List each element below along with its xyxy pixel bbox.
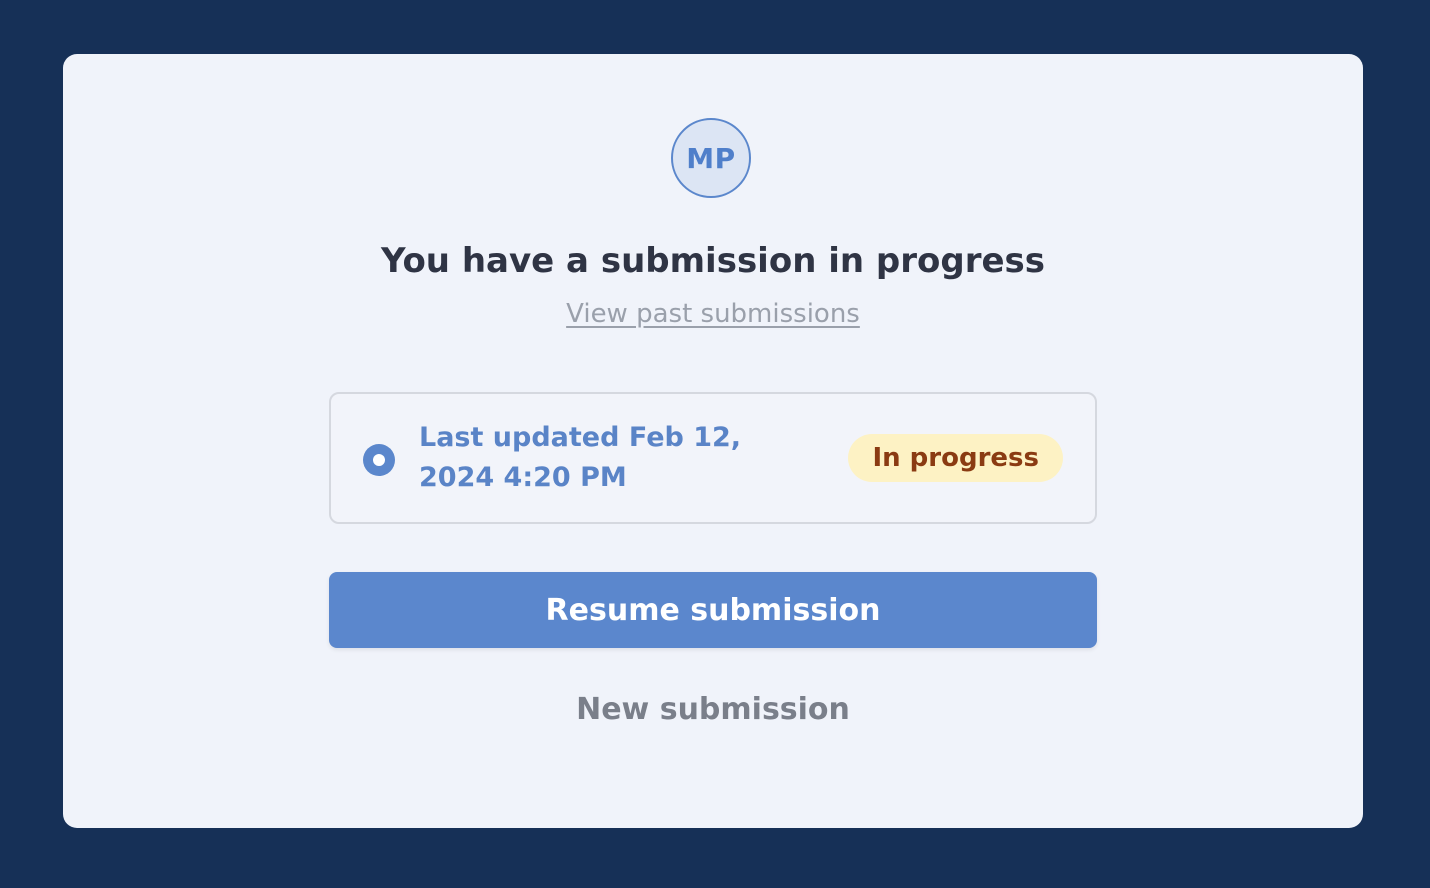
submission-card: MP You have a submission in progress Vie… xyxy=(63,54,1363,828)
status-badge: In progress xyxy=(848,434,1063,482)
submission-option[interactable]: Last updated Feb 12, 2024 4:20 PM In pro… xyxy=(329,392,1097,524)
radio-dot xyxy=(373,454,385,466)
resume-submission-button[interactable]: Resume submission xyxy=(329,572,1097,648)
radio-selected-icon[interactable] xyxy=(363,444,395,476)
last-updated-text: Last updated Feb 12, 2024 4:20 PM xyxy=(419,422,742,493)
avatar-initials: MP xyxy=(686,141,736,175)
past-submissions-link-wrapper: View past submissions xyxy=(63,294,1363,334)
view-past-submissions-link[interactable]: View past submissions xyxy=(566,299,860,329)
page-title: You have a submission in progress xyxy=(380,241,1046,281)
avatar: MP xyxy=(671,118,751,198)
new-submission-button[interactable]: New submission xyxy=(529,686,897,732)
